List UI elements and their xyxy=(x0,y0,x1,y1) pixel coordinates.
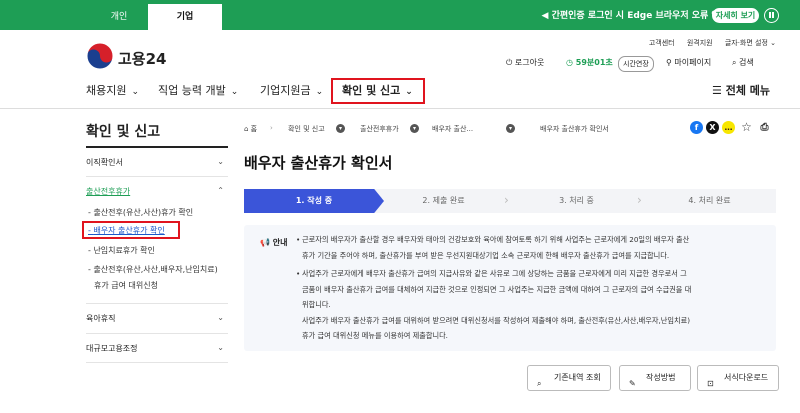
guidance-paragraph-1: • 근로자의 배우자가 출산할 경우 배우자와 태아의 건강보호와 육아에 참여… xyxy=(296,235,690,260)
nav-item-subsidy[interactable]: 기업지원금 ⌄ xyxy=(260,82,323,98)
step-complete: 4. 처리 완료 xyxy=(688,196,731,205)
sidebar-divider xyxy=(86,333,228,334)
customer-center-link[interactable]: 고객센터 xyxy=(649,39,675,47)
how-to-write-button[interactable]: ✎ 작성방법 xyxy=(619,365,691,391)
sidebar-divider xyxy=(86,303,228,304)
kakaotalk-icon[interactable]: … xyxy=(722,121,735,134)
chevron-down-icon[interactable]: ▾ xyxy=(506,124,515,133)
logout-link[interactable]: ⏻ 로그아웃 xyxy=(506,56,544,70)
nav-item-job-skills[interactable]: 직업 능력 개발 ⌄ xyxy=(158,82,238,98)
sidebar-item-parental-leave[interactable]: 육아휴직 ⌄ xyxy=(86,313,226,324)
megaphone-icon: 📢 xyxy=(260,238,273,247)
search-button[interactable]: ⌕ 검색 xyxy=(732,56,754,70)
sidebar-sub-maternity-confirm[interactable]: - 출산전후(유산,사산)휴가 확인 xyxy=(88,207,193,218)
chevron-down-icon: ⌄ xyxy=(217,343,224,352)
step-arrow-icon: › xyxy=(504,193,509,207)
chevron-down-icon: ⌄ xyxy=(315,87,324,97)
power-icon: ⏻ xyxy=(506,58,515,67)
extend-session-button[interactable]: 시간연장 xyxy=(618,56,654,72)
search-icon: ⌕ xyxy=(537,379,542,388)
mypage-link[interactable]: ⚲ 마이페이지 xyxy=(666,56,711,70)
breadcrumb-confirm-report[interactable]: 확인 및 신고 xyxy=(288,124,325,134)
nav-item-employment[interactable]: 채용지원 ⌄ xyxy=(86,82,139,98)
sidebar-item-maternity[interactable]: 출산전후휴가 ⌃ xyxy=(86,186,226,197)
search-icon: ⌕ xyxy=(732,58,740,67)
chevron-up-icon: ⌃ xyxy=(217,186,224,195)
sidebar-divider xyxy=(86,362,228,363)
top-utility-bar: 개인 기업 ◀ 간편인증 로그인 시 Edge 브라우저 오류 안내 자세히 보… xyxy=(0,0,800,30)
print-icon[interactable]: ⎙ xyxy=(758,121,771,134)
sidebar-sub-subrogation-2[interactable]: 휴가 급여 대위신청 xyxy=(94,280,158,291)
step-arrow-icon: › xyxy=(637,193,642,207)
sidebar-divider xyxy=(86,176,228,177)
sidebar-title: 확인 및 신고 xyxy=(86,124,161,140)
chevron-down-icon: ⌄ xyxy=(217,313,224,322)
history-lookup-button[interactable]: ⌕ 기존내역 조회 xyxy=(527,365,611,391)
pencil-icon: ✎ xyxy=(629,379,636,388)
breadcrumb-maternity[interactable]: 출산전후휴가 xyxy=(360,124,399,134)
breadcrumb-current: 배우자 출산휴가 확인서 xyxy=(540,125,609,133)
chevron-down-icon: ⌄ xyxy=(230,87,239,97)
x-twitter-icon[interactable]: X xyxy=(706,121,719,134)
chevron-down-icon[interactable]: ▾ xyxy=(336,124,345,133)
session-timer: ◷ 59분01초 xyxy=(566,58,613,67)
chevron-down-icon: ⌄ xyxy=(217,157,224,166)
guidance-label: 📢 안내 xyxy=(260,238,288,247)
monitor-download-icon: ⊡ xyxy=(707,379,714,388)
breadcrumb-separator: › xyxy=(270,124,273,132)
pause-icon[interactable] xyxy=(764,8,779,23)
remote-support-link[interactable]: 원격지원 xyxy=(687,39,713,47)
utility-links: 고객센터 원격지원 글자·화면 설정 ⌄ xyxy=(639,38,776,48)
display-settings-link[interactable]: 글자·화면 설정 ⌄ xyxy=(725,39,776,47)
detail-view-button[interactable]: 자세히 보기 xyxy=(712,8,759,23)
guidance-paragraph-2: • 사업주가 근로자에게 배우자 출산휴가 급여의 지급사유와 같은 사유로 그… xyxy=(296,269,692,340)
bookmark-star-icon[interactable]: ☆ xyxy=(740,121,753,134)
edge-error-notice[interactable]: ◀ 간편인증 로그인 시 Edge 브라우저 오류 안내 xyxy=(542,8,728,21)
home-icon: ⌂ xyxy=(244,125,251,133)
step-submitted: 2. 제출 완료 xyxy=(422,196,465,205)
all-menu-button[interactable]: ☰ 전체 메뉴 xyxy=(712,82,770,98)
tab-business[interactable]: 기업 xyxy=(148,4,222,30)
breadcrumb-spouse-leave[interactable]: 배우자 출산... xyxy=(432,124,473,134)
taeguk-logo-icon xyxy=(86,42,114,70)
sidebar-sub-infertility[interactable]: - 난임치료휴가 확인 xyxy=(88,245,155,256)
sidebar-highlight-box xyxy=(82,221,180,239)
progress-steps: 1. 작성 중 2. 제출 완료 › 3. 처리 중 › 4. 처리 완료 xyxy=(244,189,776,213)
chevron-down-icon: ⌄ xyxy=(131,87,140,97)
megaphone-icon: ◀ xyxy=(541,11,552,21)
page-title: 배우자 출산휴가 확인서 xyxy=(244,154,393,172)
nav-divider xyxy=(0,108,800,109)
chevron-down-icon[interactable]: ▾ xyxy=(410,124,419,133)
sidebar-item-separation[interactable]: 이직확인서 ⌄ xyxy=(86,157,226,168)
guidance-box: 📢 안내 • 근로자의 배우자가 출산할 경우 배우자와 태아의 건강보호와 육… xyxy=(244,225,776,351)
tab-personal[interactable]: 개인 xyxy=(82,4,156,30)
sidebar-title-rule xyxy=(86,146,228,148)
hamburger-icon: ☰ xyxy=(712,84,726,97)
form-download-button[interactable]: ⊡ 서식다운로드 xyxy=(697,365,779,391)
nav-highlight-box xyxy=(331,78,425,104)
step-writing: 1. 작성 중 xyxy=(244,189,384,213)
sidebar-sub-subrogation[interactable]: - 출산전후(유산,사산,배우자,난임치료) xyxy=(88,264,218,275)
logo-text: 고용24 xyxy=(118,50,167,68)
breadcrumb-home[interactable]: ⌂ 홈 xyxy=(244,124,257,134)
sidebar-item-mass-layoff[interactable]: 대규모고용조정 ⌄ xyxy=(86,343,226,354)
breadcrumb: ⌂ 홈 › 확인 및 신고 ▾ 출산전후휴가 ▾ 배우자 출산... ▾ 배우자… xyxy=(244,124,609,136)
step-processing: 3. 처리 중 xyxy=(559,196,594,205)
facebook-icon[interactable]: f xyxy=(690,121,703,134)
session-bar: ⏻ 로그아웃 ◷ 59분01초 시간연장 ⚲ 마이페이지 ⌕ 검색 xyxy=(506,56,776,72)
